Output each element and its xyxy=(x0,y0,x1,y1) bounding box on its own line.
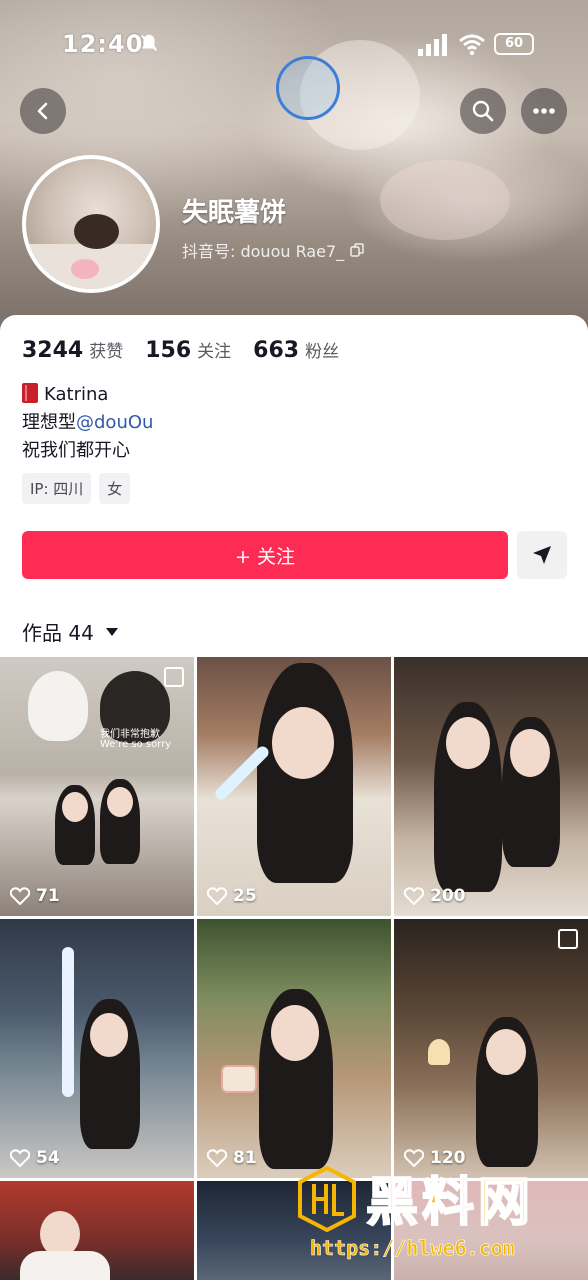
mute-bell-icon xyxy=(141,34,157,51)
bio-line-1-text: Katrina xyxy=(44,384,109,405)
stat-followers[interactable]: 663 粉丝 xyxy=(253,337,339,363)
heart-icon xyxy=(207,1149,227,1167)
stat-followers-label: 粉丝 xyxy=(305,342,340,362)
video-thumbnail[interactable]: 81 xyxy=(197,919,391,1178)
thumb-glowstick xyxy=(62,947,74,1097)
multi-photo-icon xyxy=(164,667,184,687)
like-count-text: 200 xyxy=(430,886,466,906)
tab-works-label: 作品 44 xyxy=(22,621,94,645)
thumb-figure-head xyxy=(90,1013,128,1057)
bio-line-3: 祝我们都开心 xyxy=(22,440,130,461)
douyin-id-text: 抖音号: douou Rae7_ xyxy=(182,242,345,261)
video-thumbnail[interactable]: 120 xyxy=(394,919,588,1178)
heart-icon xyxy=(404,887,424,905)
like-count: 81 xyxy=(207,1148,257,1168)
thumb-figure-head xyxy=(271,1005,319,1061)
tab-works[interactable]: 作品 44 xyxy=(22,617,118,646)
bio-line-2-prefix: 理想型 xyxy=(22,412,76,433)
stat-likes-num: 3244 xyxy=(22,338,84,363)
like-count-text: 25 xyxy=(233,886,257,906)
search-button[interactable] xyxy=(460,88,506,134)
thumb-figure-head xyxy=(446,717,490,769)
thumb-figure-head xyxy=(486,1029,526,1075)
avatar[interactable] xyxy=(22,155,160,293)
thumb-figure-head xyxy=(107,787,133,817)
stat-likes[interactable]: 3244 获赞 xyxy=(22,337,123,363)
stat-following[interactable]: 156 关注 xyxy=(145,337,231,363)
send-arrow-icon xyxy=(533,546,551,564)
stat-likes-label: 获赞 xyxy=(89,342,124,362)
back-button[interactable] xyxy=(20,88,66,134)
thumb-caption-cn: 我们非常抱歉 xyxy=(100,729,160,740)
like-count-text: 54 xyxy=(36,1148,60,1168)
douyin-id[interactable]: 抖音号: douou Rae7_ xyxy=(182,238,364,262)
thumb-caption-en: We're so sorry xyxy=(100,739,172,750)
search-icon xyxy=(472,100,494,122)
video-thumbnail[interactable] xyxy=(0,1181,194,1280)
more-dots-icon xyxy=(533,108,555,114)
thumb-lamp xyxy=(428,1039,450,1065)
like-count: 200 xyxy=(404,886,466,906)
like-count: 54 xyxy=(10,1148,60,1168)
heart-icon xyxy=(207,887,227,905)
stat-following-num: 156 xyxy=(145,338,192,363)
video-thumbnail[interactable]: 我们非常抱歉 We're so sorry 71 xyxy=(0,657,194,916)
heart-icon xyxy=(10,887,30,905)
thumb-figure-head xyxy=(272,707,334,779)
stats-row: 3244 获赞 156 关注 663 粉丝 xyxy=(22,337,339,363)
watermark: 黑料网 https://hlwe6.com xyxy=(296,1160,586,1280)
status-bar: 12:40 60 xyxy=(0,0,588,90)
more-button[interactable] xyxy=(521,88,567,134)
status-time: 12:40 xyxy=(62,30,144,58)
thumb-cat-white xyxy=(28,671,88,741)
multi-photo-icon xyxy=(558,929,578,949)
video-thumbnail[interactable]: 200 xyxy=(394,657,588,916)
like-count-text: 81 xyxy=(233,1148,257,1168)
like-count: 71 xyxy=(10,886,60,906)
thumb-cake xyxy=(221,1065,257,1093)
like-count-text: 71 xyxy=(36,886,60,906)
thumb-figure-body xyxy=(20,1251,110,1280)
video-thumbnail[interactable]: 54 xyxy=(0,919,194,1178)
bio-line-1: Katrina xyxy=(22,381,153,409)
video-thumbnail[interactable]: 25 xyxy=(197,657,391,916)
send-message-button[interactable] xyxy=(517,531,567,579)
cover-cat-paw xyxy=(380,160,510,240)
profile-tags: IP: 四川 女 xyxy=(22,473,131,504)
bio: Katrina 理想型@douOu 祝我们都开心 xyxy=(22,381,153,465)
bio-line-2: 理想型@douOu xyxy=(22,409,153,437)
bio-mention-link[interactable]: @douOu xyxy=(76,412,153,433)
thumb-figure-head xyxy=(510,729,550,777)
like-count: 25 xyxy=(207,886,257,906)
copy-icon[interactable] xyxy=(350,243,364,257)
wifi-icon xyxy=(459,34,485,56)
follow-button[interactable]: + 关注 xyxy=(22,531,508,579)
chevron-left-icon xyxy=(37,102,48,120)
thumb-figure-head xyxy=(62,792,88,822)
battery-indicator: 60 xyxy=(494,33,534,55)
book-icon xyxy=(22,383,38,403)
avatar-toy xyxy=(71,259,99,279)
tag-gender: 女 xyxy=(99,473,131,504)
heart-icon xyxy=(10,1149,30,1167)
caret-down-icon xyxy=(105,627,118,636)
tag-ip: IP: 四川 xyxy=(22,473,92,504)
avatar-hair xyxy=(74,214,119,249)
signal-icon xyxy=(418,34,447,56)
watermark-text: 黑料网 xyxy=(365,1172,535,1234)
nickname: 失眠薯饼 xyxy=(182,198,287,228)
stat-followers-num: 663 xyxy=(253,338,300,363)
watermark-logo-icon xyxy=(298,1166,356,1232)
stat-following-label: 关注 xyxy=(197,342,232,362)
watermark-url: https://hlwe6.com xyxy=(310,1236,515,1261)
